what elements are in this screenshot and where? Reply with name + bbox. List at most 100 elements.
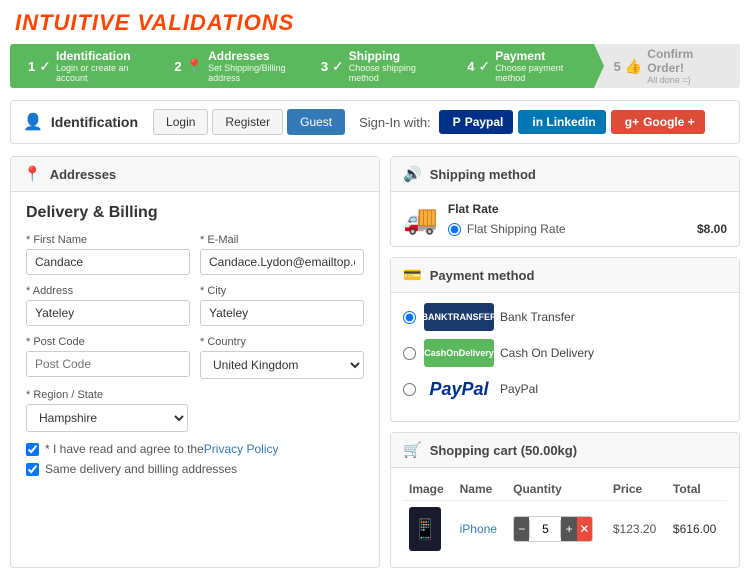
bank-transfer-option: BANK TRANSFER Bank Transfer (403, 303, 727, 331)
privacy-text: * I have read and agree to the (45, 442, 204, 456)
bank-transfer-label: Bank Transfer (500, 310, 575, 324)
step-addresses[interactable]: 2 📍 Addresses Set Shipping/Billing addre… (154, 44, 300, 88)
shipping-content: 🚚 Flat Rate Flat Shipping Rate $8.00 (391, 192, 739, 246)
quantity-decrease-button[interactable]: − (514, 517, 529, 541)
progress-bar: 1 ✓ Identification Login or create an ac… (10, 44, 740, 88)
signin-label: Sign-In with: (359, 115, 431, 130)
country-select[interactable]: United Kingdom United States France Germ… (200, 351, 364, 379)
product-image: 📱 (409, 507, 441, 551)
step-4-num: 4 (467, 59, 474, 74)
shipping-info: Flat Rate Flat Shipping Rate $8.00 (448, 202, 727, 236)
shipping-price: $8.00 (697, 222, 727, 236)
col-price: Price (607, 478, 667, 501)
city-input[interactable] (200, 300, 364, 326)
email-input[interactable] (200, 249, 364, 275)
step-1-name: Identification (56, 49, 144, 63)
payment-content: BANK TRANSFER Bank Transfer Cash On Deli… (391, 293, 739, 421)
postcode-country-row: * Post Code * Country United Kingdom Uni… (26, 336, 364, 379)
google-icon: g+ (625, 115, 639, 129)
region-label: * Region / State (26, 389, 364, 401)
paypal-icon: P (453, 115, 461, 129)
delivery-billing-title: Delivery & Billing (26, 204, 364, 222)
step-1-icon: ✓ (39, 58, 51, 75)
linkedin-signin-button[interactable]: in Linkedin (518, 110, 605, 134)
region-select[interactable]: Hampshire Surrey Kent (26, 404, 188, 432)
product-total-cell: $616.00 (667, 501, 727, 558)
cart-icon: 🛒 (403, 441, 422, 459)
step-2-icon: 📍 (186, 58, 203, 75)
product-link[interactable]: iPhone (460, 522, 497, 536)
same-address-checkbox[interactable] (26, 463, 39, 476)
email-group: * E-Mail (200, 234, 364, 275)
paypal-option: PayPal PayPal (403, 375, 727, 403)
auth-label: Identification (51, 114, 138, 130)
step-3-name: Shipping (349, 49, 437, 63)
paypal-payment-logo: PayPal (424, 375, 494, 403)
city-group: * City (200, 285, 364, 326)
user-icon: 👤 (23, 112, 43, 132)
shipping-rate-radio[interactable] (448, 223, 461, 236)
step-identification[interactable]: 1 ✓ Identification Login or create an ac… (10, 44, 154, 88)
step-confirm[interactable]: 5 👍 Confirm Order! All done =) (594, 44, 740, 88)
email-label: * E-Mail (200, 234, 364, 246)
address-input[interactable] (26, 300, 190, 326)
shipping-rate-row: Flat Shipping Rate $8.00 (448, 222, 727, 236)
product-image-cell: 📱 (403, 501, 454, 558)
paypal-label: Paypal (465, 115, 504, 129)
quantity-increase-button[interactable]: + (561, 517, 576, 541)
step-3-num: 3 (321, 59, 328, 74)
cod-label: Cash On Delivery (500, 346, 594, 360)
postcode-group: * Post Code (26, 336, 190, 379)
guest-button[interactable]: Guest (287, 109, 345, 135)
google-label: Google + (643, 115, 695, 129)
cart-header-label: Shopping cart (50.00kg) (430, 443, 577, 458)
truck-icon: 🚚 (403, 203, 438, 236)
location-icon: 📍 (23, 165, 42, 183)
delivery-billing-form: Delivery & Billing * First Name * E-Mail… (11, 192, 379, 494)
paypal-radio[interactable] (403, 383, 416, 396)
step-1-desc: Login or create an account (56, 63, 144, 83)
cart-table: Image Name Quantity Price Total 📱 (403, 478, 727, 557)
step-5-num: 5 (614, 59, 621, 74)
quantity-input[interactable] (529, 520, 561, 538)
cart-content: Image Name Quantity Price Total 📱 (391, 468, 739, 567)
quantity-cell: − + ✕ (507, 501, 607, 558)
region-group: * Region / State Hampshire Surrey Kent (26, 389, 364, 432)
quantity-control: − + ✕ (513, 516, 593, 542)
privacy-policy-link[interactable]: Privacy Policy (204, 442, 279, 456)
shipping-section: 🔊 Shipping method 🚚 Flat Rate Flat Shipp… (390, 156, 740, 247)
same-address-label: Same delivery and billing addresses (45, 462, 237, 476)
google-signin-button[interactable]: g+ Google + (611, 110, 705, 134)
address-city-row: * Address * City (26, 285, 364, 326)
cod-radio[interactable] (403, 347, 416, 360)
payment-header: 💳 Payment method (391, 258, 739, 293)
first-name-input[interactable] (26, 249, 190, 275)
step-shipping[interactable]: 3 ✓ Shipping Choose shipping method (301, 44, 447, 88)
step-1-num: 1 (28, 59, 35, 74)
cod-logo: Cash On Delivery (424, 339, 494, 367)
step-3-desc: Choose shipping method (349, 63, 437, 83)
bank-transfer-radio[interactable] (403, 311, 416, 324)
product-price-cell: $123.20 (607, 501, 667, 558)
privacy-checkbox[interactable] (26, 443, 39, 456)
bank-transfer-logo: BANK TRANSFER (424, 303, 494, 331)
payment-section: 💳 Payment method BANK TRANSFER Bank Tran… (390, 257, 740, 422)
table-row: 📱 iPhone − + ✕ (403, 501, 727, 558)
quantity-delete-button[interactable]: ✕ (577, 517, 592, 541)
login-button[interactable]: Login (153, 109, 208, 135)
city-label: * City (200, 285, 364, 297)
same-address-checkbox-row: Same delivery and billing addresses (26, 462, 364, 476)
privacy-checkbox-row: * I have read and agree to the Privacy P… (26, 442, 364, 456)
step-payment[interactable]: 4 ✓ Payment Choose payment method (447, 44, 593, 88)
postcode-input[interactable] (26, 351, 190, 377)
register-button[interactable]: Register (212, 109, 283, 135)
country-label: * Country (200, 336, 364, 348)
step-4-name: Payment (495, 49, 583, 63)
card-icon: 💳 (403, 266, 422, 284)
paypal-signin-button[interactable]: P Paypal (439, 110, 514, 134)
col-name: Name (454, 478, 508, 501)
addresses-header: 📍 Addresses (11, 157, 379, 192)
addresses-panel: 📍 Addresses Delivery & Billing * First N… (10, 156, 380, 568)
first-name-label: * First Name (26, 234, 190, 246)
cart-section: 🛒 Shopping cart (50.00kg) Image Name Qua… (390, 432, 740, 568)
